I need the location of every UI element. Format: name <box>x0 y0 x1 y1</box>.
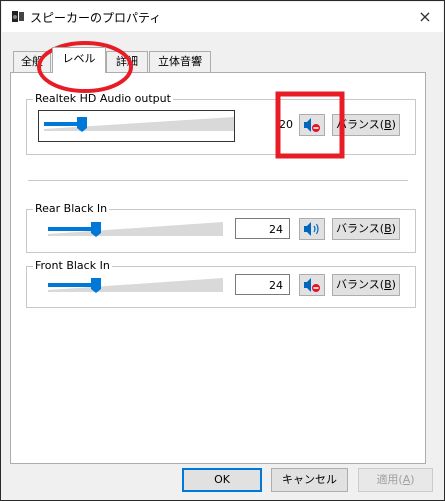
rear-slider-fill <box>48 227 96 231</box>
speaker-muted-icon <box>304 118 320 132</box>
separator <box>28 180 408 181</box>
speaker-muted-icon <box>304 278 320 292</box>
ok-button[interactable]: OK <box>182 468 262 492</box>
apply-button[interactable]: 適用(A) <box>358 468 433 492</box>
rear-mute-button[interactable] <box>299 218 325 240</box>
rear-volume-value[interactable]: 24 <box>235 218 290 239</box>
rear-balance-button[interactable]: バランス(B) <box>332 218 400 240</box>
output-volume-value: 20 <box>279 118 293 131</box>
front-mute-button[interactable] <box>299 274 325 296</box>
properties-dialog: スピーカーのプロパティ × 全般 レベル 詳細 立体音響 Realtek HD … <box>0 0 445 501</box>
output-mute-button[interactable] <box>299 114 325 136</box>
output-slider-fill <box>44 122 82 126</box>
speaker-on-icon <box>304 222 319 236</box>
tab-spatial-sound[interactable]: 立体音響 <box>149 51 211 72</box>
title-bar: スピーカーのプロパティ × <box>2 2 443 32</box>
output-group-label: Realtek HD Audio output <box>33 92 173 105</box>
front-volume-slider[interactable] <box>48 276 223 294</box>
tab-advanced[interactable]: 詳細 <box>106 51 148 72</box>
front-slider-fill <box>48 283 96 287</box>
close-button[interactable]: × <box>413 6 437 28</box>
rear-black-in-label: Rear Black In <box>33 202 110 215</box>
output-volume-slider[interactable] <box>44 115 234 133</box>
levels-panel: Realtek HD Audio output 20 バランス(B) Rear … <box>10 72 426 464</box>
tab-general[interactable]: 全般 <box>13 51 51 72</box>
tab-strip: 全般 レベル 詳細 立体音響 <box>1 47 444 73</box>
front-volume-value[interactable]: 24 <box>235 274 290 295</box>
cancel-button[interactable]: キャンセル <box>271 468 348 492</box>
output-balance-button[interactable]: バランス(B) <box>332 114 400 136</box>
rear-volume-slider[interactable] <box>48 220 223 238</box>
tab-levels[interactable]: レベル <box>52 47 106 73</box>
front-balance-button[interactable]: バランス(B) <box>332 274 400 296</box>
speaker-app-icon <box>12 11 25 22</box>
front-black-in-label: Front Black In <box>33 259 112 272</box>
window-title: スピーカーのプロパティ <box>30 11 162 25</box>
